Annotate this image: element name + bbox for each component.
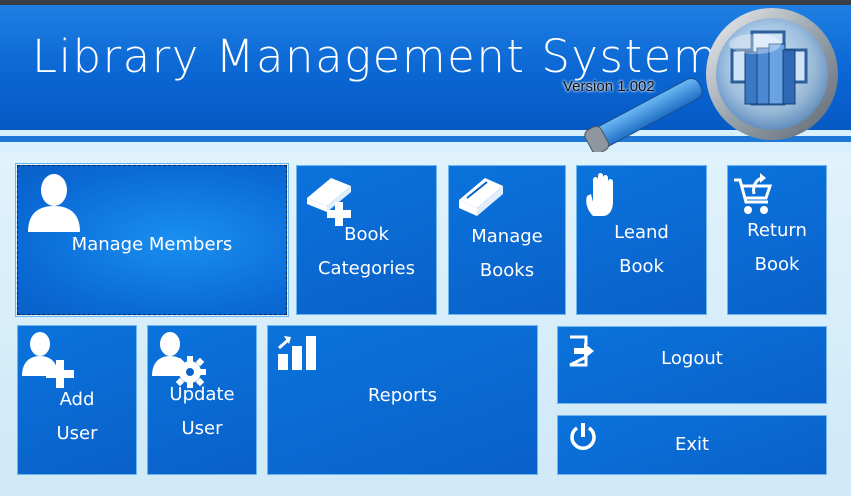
add-user-label: Add User (56, 389, 98, 444)
book-icon (459, 178, 503, 216)
leand-book-label: Leand Book (614, 222, 669, 277)
book-categories-label: Book Categories (317, 224, 416, 279)
exit-button[interactable]: Exit (557, 415, 827, 475)
update-user-button[interactable]: Update User (147, 325, 257, 475)
return-book-button[interactable]: Return Book (727, 165, 827, 315)
manage-members-button[interactable]: Manage Members (15, 163, 289, 317)
logout-button[interactable]: Logout (557, 326, 827, 404)
manage-members-label: Manage Members (71, 234, 233, 255)
reports-label: Reports (367, 385, 438, 406)
add-user-button[interactable]: Add User (17, 325, 137, 475)
hand-icon (586, 173, 613, 216)
book-categories-button[interactable]: Book Categories (296, 165, 437, 315)
cart-return-icon (734, 173, 773, 214)
member-icon (28, 174, 80, 232)
exit-label: Exit (674, 434, 710, 455)
logout-label: Logout (661, 348, 723, 369)
manage-books-label: Manage Books (471, 226, 543, 281)
reports-button[interactable]: Reports (267, 325, 538, 475)
chart-icon (278, 336, 316, 370)
leand-book-button[interactable]: Leand Book (576, 165, 707, 315)
magnifier-books-logo (584, 8, 838, 152)
return-book-label: Return Book (747, 220, 807, 275)
update-user-label: Update User (169, 384, 235, 439)
manage-books-button[interactable]: Manage Books (448, 165, 566, 315)
user-add-icon (22, 332, 74, 388)
